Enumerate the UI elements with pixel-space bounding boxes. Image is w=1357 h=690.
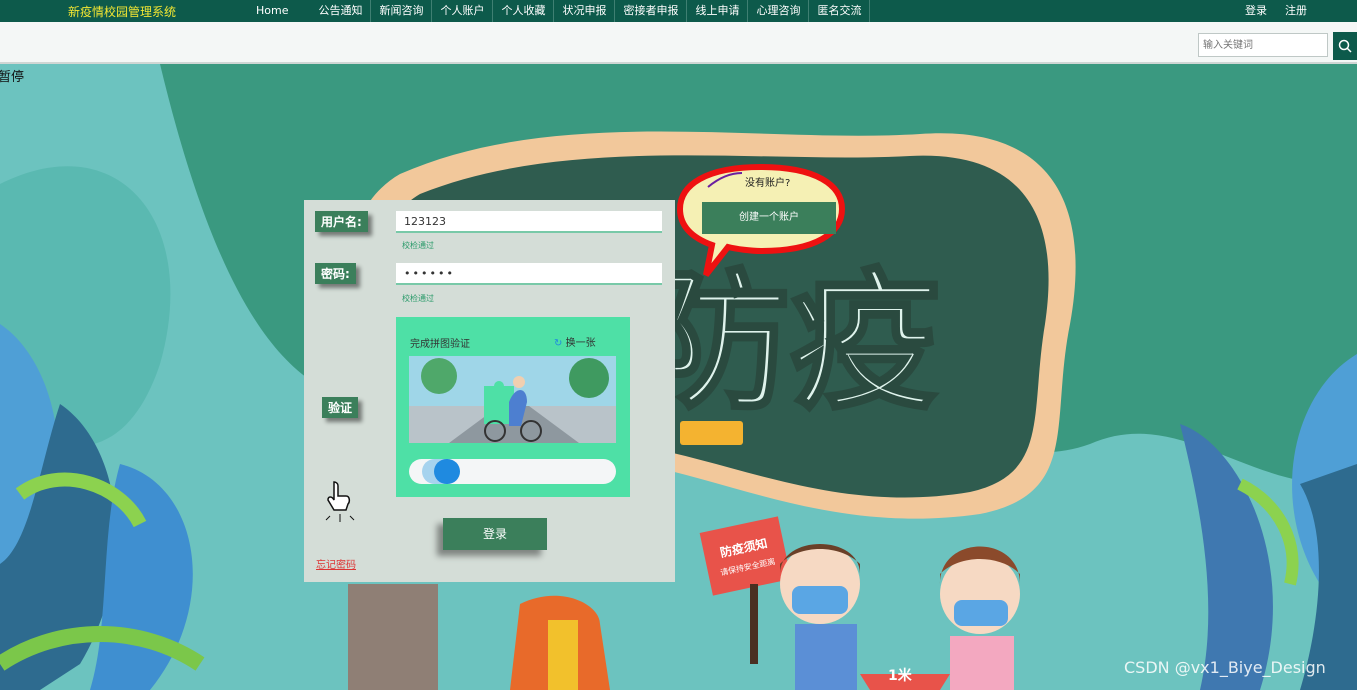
register-link[interactable]: 注册 bbox=[1285, 0, 1307, 22]
nav-item-counseling[interactable]: 心理咨询 bbox=[748, 0, 810, 22]
nav-item-online-apply[interactable]: 线上申请 bbox=[687, 0, 749, 22]
username-field[interactable]: 123123 bbox=[396, 211, 662, 233]
password-hint: 校检通过 bbox=[402, 294, 434, 303]
auth-links: 登录 注册 bbox=[1245, 0, 1307, 22]
password-label: 密码: bbox=[315, 263, 356, 284]
captcha-title: 完成拼图验证 bbox=[410, 339, 470, 350]
watermark: CSDN @vx1_Biye_Design bbox=[1124, 658, 1326, 677]
forgot-password-link[interactable]: 忘记密码 bbox=[316, 556, 356, 571]
nav-item-anonymous[interactable]: 匿名交流 bbox=[809, 0, 871, 22]
pointing-hand-icon bbox=[325, 481, 355, 522]
captcha-slider-track bbox=[409, 459, 616, 484]
nav-item-status-report[interactable]: 状况申报 bbox=[554, 0, 616, 22]
nav-item-announcements[interactable]: 公告通知 bbox=[310, 0, 372, 22]
captcha-refresh[interactable]: ↻ 换一张 bbox=[554, 334, 596, 349]
no-account-text: 没有账户? bbox=[745, 178, 791, 189]
login-button[interactable]: 登录 bbox=[443, 518, 547, 550]
refresh-icon: ↻ bbox=[554, 338, 563, 349]
banner-ground-text: 1米 bbox=[888, 667, 913, 684]
captcha-label: 验证 bbox=[322, 397, 359, 418]
top-nav-bar: 新疫情校园管理系统 Home 公告通知 新闻咨询 个人账户 个人收藏 状况申报 … bbox=[0, 0, 1357, 22]
nav-item-favorites[interactable]: 个人收藏 bbox=[493, 0, 555, 22]
captcha-image bbox=[409, 356, 616, 443]
login-link[interactable]: 登录 bbox=[1245, 0, 1267, 22]
search-button[interactable] bbox=[1333, 32, 1357, 60]
password-field[interactable]: •••••• bbox=[396, 263, 662, 285]
search-bar bbox=[0, 22, 1357, 64]
nav-item-home[interactable]: Home bbox=[248, 0, 310, 22]
captcha-refresh-label: 换一张 bbox=[565, 338, 596, 349]
search-input[interactable] bbox=[1198, 33, 1328, 57]
search-icon bbox=[1338, 39, 1352, 53]
create-account-button[interactable]: 创建一个账户 bbox=[702, 202, 836, 234]
stop-label: 暂停 bbox=[0, 70, 25, 85]
background-illustration: 防疫 防疫须知 请保持安全距离 1米 bbox=[0, 64, 1357, 690]
main-nav: Home 公告通知 新闻咨询 个人账户 个人收藏 状况申报 密接者申报 线上申请… bbox=[248, 0, 871, 22]
app-title: 新疫情校园管理系统 bbox=[68, 5, 177, 19]
nav-item-personal-account[interactable]: 个人账户 bbox=[432, 0, 494, 22]
nav-item-contact-report[interactable]: 密接者申报 bbox=[615, 0, 688, 22]
puzzle-captcha: 完成拼图验证 ↻ 换一张 bbox=[396, 317, 630, 497]
captcha-slider-knob[interactable] bbox=[434, 459, 460, 484]
nav-item-news[interactable]: 新闻咨询 bbox=[371, 0, 433, 22]
username-hint: 校检通过 bbox=[402, 241, 434, 250]
username-label: 用户名: bbox=[315, 211, 368, 232]
